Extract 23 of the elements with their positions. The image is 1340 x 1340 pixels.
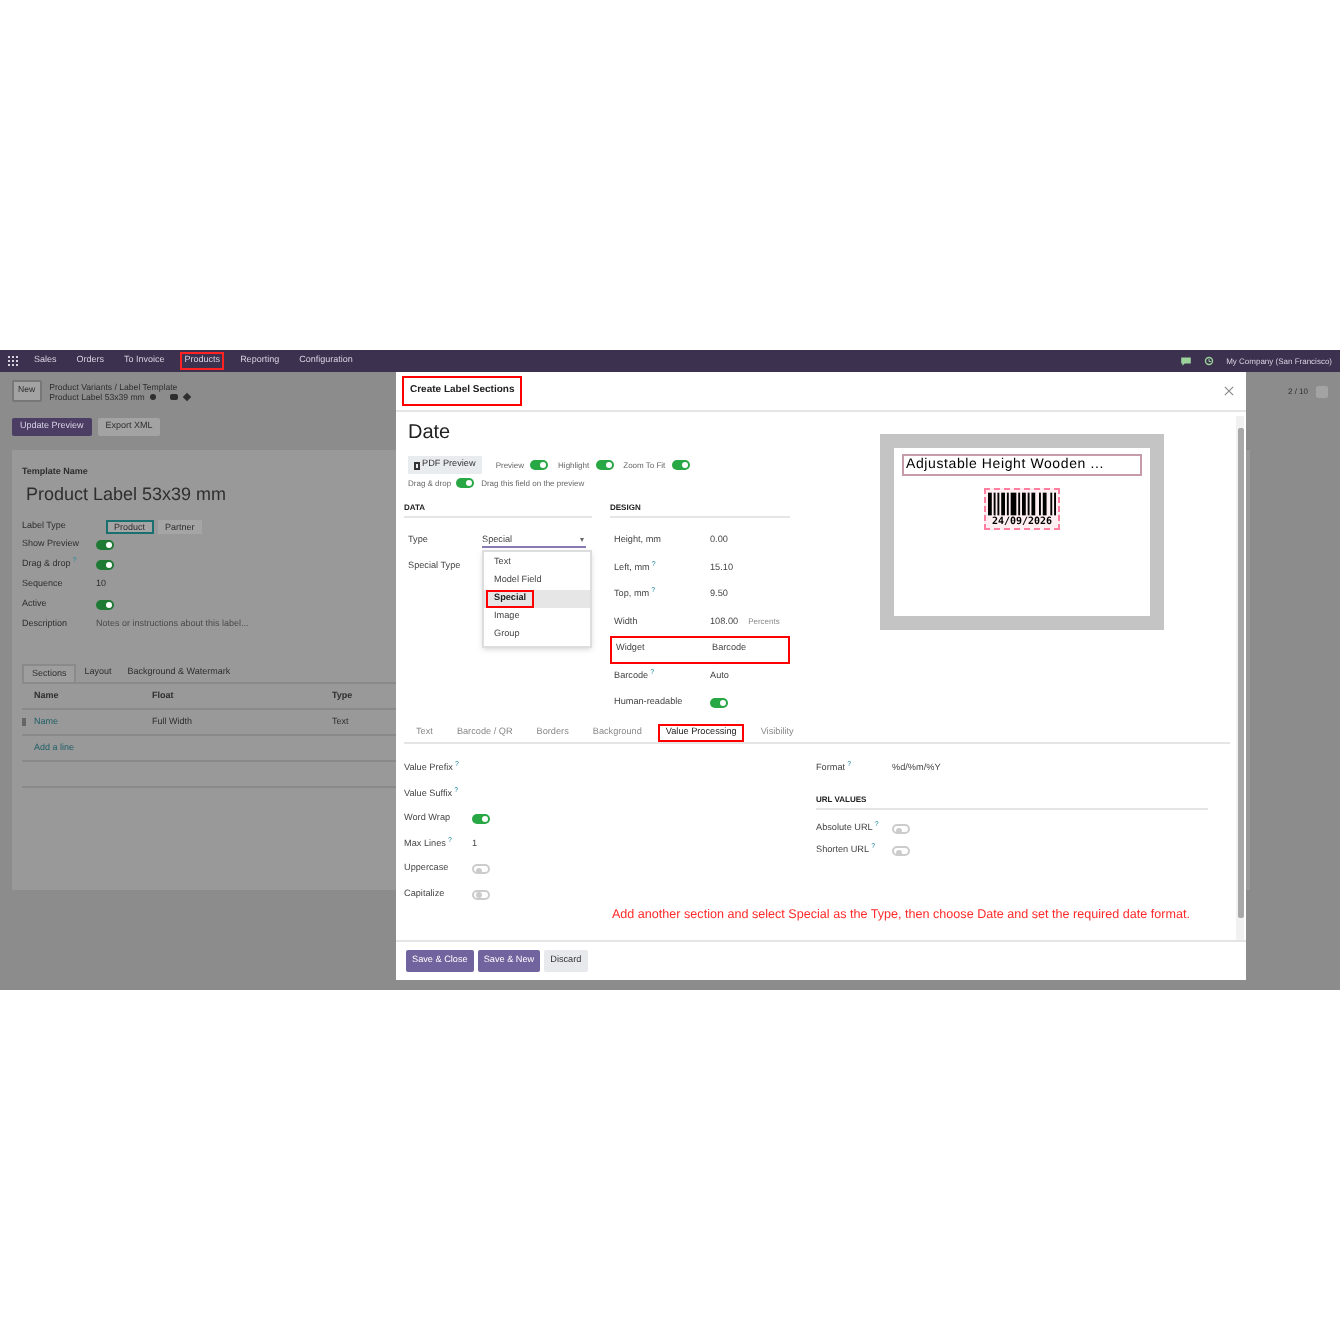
toggle-switch[interactable] [96, 559, 114, 570]
toggle-switch[interactable] [96, 539, 114, 550]
scrollbar[interactable] [1236, 416, 1244, 940]
toggle-switch[interactable] [595, 460, 614, 470]
toggle-switch[interactable] [472, 889, 490, 900]
toggle-switch[interactable] [892, 824, 910, 834]
toggle-switch[interactable] [472, 864, 490, 875]
template-name: Product Label 53x39 mm [26, 481, 227, 508]
document-icon [414, 461, 420, 469]
toggle-switch[interactable] [530, 460, 549, 470]
toggle-switch[interactable] [455, 478, 474, 488]
chat-icon[interactable] [1180, 356, 1193, 366]
clock-icon[interactable] [1204, 356, 1215, 366]
barcode-icon [988, 492, 1056, 516]
toggle-switch[interactable] [892, 846, 910, 856]
record-title: Date [408, 422, 453, 446]
toggle-switch[interactable] [472, 814, 490, 825]
toggle-switch[interactable] [96, 599, 114, 610]
caret-icon [580, 538, 584, 542]
toggle-switch[interactable] [671, 460, 690, 470]
close-icon[interactable] [1224, 386, 1234, 396]
toggle-switch[interactable] [710, 698, 728, 709]
drag-handle-icon[interactable] [22, 718, 26, 727]
